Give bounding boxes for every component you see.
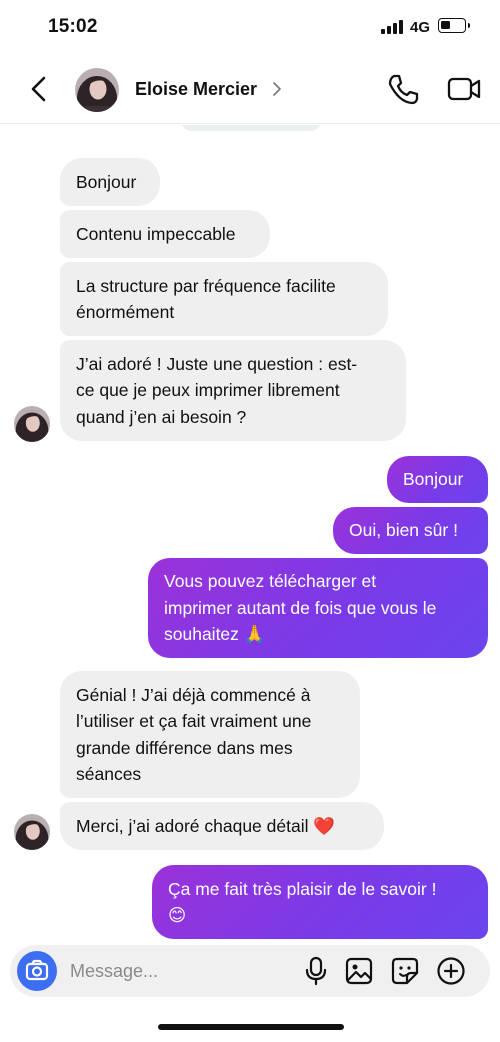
message-text: La structure par fréquence facilite énor… (76, 275, 336, 323)
message-text: J’ai adoré ! Juste une question : est- c… (76, 353, 358, 427)
message-text: Contenu impeccable (76, 223, 236, 244)
message-bubble-outgoing[interactable]: Oui, bien sûr ! (333, 507, 488, 554)
back-button[interactable] (22, 72, 56, 106)
message-text: Merci, j’ai adoré chaque détail ❤️ (76, 815, 336, 836)
message-bubble-incoming[interactable]: J’ai adoré ! Juste une question : est- c… (60, 340, 406, 441)
call-button[interactable] (386, 72, 420, 106)
sticker-icon (391, 957, 419, 985)
microphone-button[interactable] (300, 955, 332, 987)
phone-icon (388, 74, 419, 105)
sender-avatar[interactable] (14, 814, 50, 850)
message-bubble-outgoing[interactable]: Ça me fait très plaisir de le savoir ! 😊 (152, 865, 488, 939)
message-bubble-incoming[interactable]: Génial ! J’ai déjà commencé à l’utiliser… (60, 671, 360, 798)
avatar-photo (75, 68, 119, 112)
message-input[interactable] (70, 957, 290, 985)
microphone-icon (305, 956, 327, 986)
chevron-right-icon[interactable] (271, 80, 283, 98)
camera-button[interactable] (17, 951, 57, 991)
signal-icon (381, 20, 403, 34)
home-indicator[interactable] (158, 1024, 344, 1030)
image-icon (345, 957, 373, 985)
gallery-button[interactable] (343, 955, 375, 987)
message-text: Bonjour (76, 171, 137, 192)
message-bubble-incoming[interactable]: La structure par fréquence facilite énor… (60, 262, 388, 336)
video-call-button[interactable] (446, 72, 482, 106)
message-bubble-incoming[interactable]: Merci, j’ai adoré chaque détail ❤️ (60, 802, 384, 850)
add-button[interactable] (435, 955, 467, 987)
camera-icon (25, 959, 49, 981)
battery-icon (438, 18, 470, 33)
contact-avatar[interactable] (75, 68, 119, 112)
message-text: Ça me fait très plaisir de le savoir ! 😊 (168, 878, 437, 926)
plus-circle-icon (437, 957, 465, 985)
avatar-photo (14, 814, 50, 850)
video-camera-icon (447, 77, 481, 101)
message-bubble-outgoing[interactable]: Bonjour (387, 456, 488, 503)
avatar-photo (14, 406, 50, 442)
message-bubble-incoming[interactable]: Contenu impeccable (60, 210, 270, 258)
battery-level (441, 21, 450, 29)
message-bubble-incoming[interactable]: Bonjour (60, 158, 160, 206)
message-bubble-outgoing[interactable]: Vous pouvez télécharger et imprimer auta… (148, 558, 488, 658)
network-type: 4G (410, 19, 431, 36)
message-text: Bonjour (403, 469, 464, 490)
chat-header: Eloise Mercier (0, 56, 500, 124)
message-text: Génial ! J’ai déjà commencé à l’utiliser… (76, 684, 312, 785)
message-text: Vous pouvez télécharger et imprimer auta… (164, 571, 437, 645)
sticker-button[interactable] (389, 955, 421, 987)
chevron-left-icon (31, 76, 46, 102)
previous-message-edge (180, 125, 322, 131)
status-bar: 15:02 4G (0, 0, 500, 56)
status-time: 15:02 (48, 16, 98, 37)
contact-name[interactable]: Eloise Mercier (135, 79, 257, 100)
message-list[interactable]: Bonjour Contenu impeccable La structure … (0, 125, 500, 940)
sender-avatar[interactable] (14, 406, 50, 442)
message-composer (10, 945, 490, 997)
message-text: Oui, bien sûr ! (349, 520, 458, 541)
